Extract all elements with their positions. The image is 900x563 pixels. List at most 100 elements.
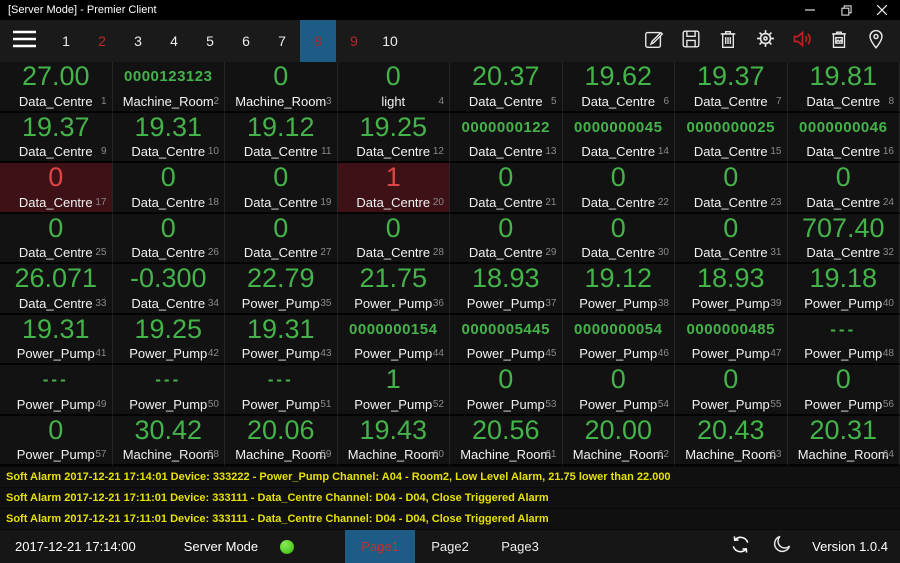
grid-cell-48[interactable]: --- Power_Pump 48 <box>787 314 900 365</box>
grid-cell-61[interactable]: 20.56 Machine_Room 61 <box>450 415 563 466</box>
grid-cell-59[interactable]: 20.06 Machine_Room 59 <box>225 415 338 466</box>
grid-cell-23[interactable]: 0 Data_Centre 23 <box>675 163 788 214</box>
sync-button[interactable] <box>728 535 752 559</box>
cell-value: 22.79 <box>246 263 315 294</box>
cell-index: 23 <box>770 196 782 208</box>
grid-cell-18[interactable]: 0 Data_Centre 18 <box>112 163 225 214</box>
grid-cell-49[interactable]: --- Power_Pump 49 <box>0 365 113 416</box>
menu-button[interactable] <box>0 20 48 62</box>
status-tab-page2[interactable]: Page2 <box>415 530 485 563</box>
grid-cell-37[interactable]: 18.93 Power_Pump 37 <box>450 264 563 315</box>
grid-cell-54[interactable]: 0 Power_Pump 54 <box>562 365 675 416</box>
grid-cell-47[interactable]: 0000000485 Power_Pump 47 <box>675 314 788 365</box>
status-tab-page3[interactable]: Page3 <box>485 530 555 563</box>
grid-cell-30[interactable]: 0 Data_Centre 30 <box>562 213 675 264</box>
grid-cell-16[interactable]: 0000000046 Data_Centre 16 <box>787 112 900 163</box>
grid-cell-38[interactable]: 19.12 Power_Pump 38 <box>562 264 675 315</box>
grid-cell-44[interactable]: 0000000154 Power_Pump 44 <box>337 314 450 365</box>
grid-cell-11[interactable]: 19.12 Data_Centre 11 <box>225 111 338 163</box>
night-mode-button[interactable] <box>770 535 794 559</box>
toolbar-page-10[interactable]: 10 <box>372 20 408 62</box>
toolbar-page-7[interactable]: 7 <box>264 20 300 62</box>
grid-cell-35[interactable]: 22.79 Power_Pump 35 <box>225 264 338 315</box>
grid-cell-41[interactable]: 19.31 Power_Pump 41 <box>0 314 113 365</box>
toolbar-page-3[interactable]: 3 <box>120 20 156 62</box>
cell-label: Machine_Room <box>797 447 889 462</box>
grid-cell-10[interactable]: 19.31 Data_Centre 10 <box>112 112 225 163</box>
grid-cell-22[interactable]: 0 Data_Centre 22 <box>562 163 675 214</box>
toolbar-page-6[interactable]: 6 <box>228 20 264 62</box>
grid-cell-64[interactable]: 20.31 Machine_Room 64 <box>787 415 900 466</box>
image-bin-button[interactable] <box>827 29 851 53</box>
grid-cell-50[interactable]: --- Power_Pump 50 <box>112 365 225 416</box>
toolbar-page-4[interactable]: 4 <box>156 20 192 62</box>
grid-cell-8[interactable]: 19.81 Data_Centre 8 <box>787 62 900 113</box>
grid-cell-45[interactable]: 0000005445 Power_Pump 45 <box>450 314 563 365</box>
close-button[interactable] <box>864 0 900 20</box>
status-tab-page1[interactable]: Page1 <box>345 530 415 563</box>
restore-button[interactable] <box>828 0 864 20</box>
grid-cell-13[interactable]: 0000000122 Data_Centre 13 <box>450 112 563 163</box>
cell-label: Power_Pump <box>804 396 883 412</box>
toolbar-page-5[interactable]: 5 <box>192 20 228 62</box>
grid-cell-4[interactable]: 0 light 4 <box>337 62 450 113</box>
grid-cell-24[interactable]: 0 Data_Centre 24 <box>787 163 900 214</box>
toolbar-page-9[interactable]: 9 <box>336 20 372 62</box>
cell-value: 19.12 <box>246 111 315 142</box>
delete-button[interactable] <box>716 29 740 53</box>
grid-cell-5[interactable]: 20.37 Data_Centre 5 <box>450 62 563 113</box>
grid-cell-12[interactable]: 19.25 Data_Centre 12 <box>337 112 450 163</box>
settings-button[interactable] <box>753 29 777 53</box>
cell-value: 0000000122 <box>461 118 550 136</box>
grid-cell-46[interactable]: 0000000054 Power_Pump 46 <box>562 314 675 365</box>
minimize-button[interactable] <box>792 0 828 20</box>
grid-cell-52[interactable]: 1 Power_Pump 52 <box>337 365 450 416</box>
grid-cell-31[interactable]: 0 Data_Centre 31 <box>675 213 788 264</box>
grid-cell-60[interactable]: 19.43 Machine_Room 60 <box>337 415 450 466</box>
edit-button[interactable] <box>642 29 666 53</box>
grid-cell-21[interactable]: 0 Data_Centre 21 <box>450 163 563 214</box>
grid-cell-63[interactable]: 20.43 Machine_Room 63 <box>675 415 788 466</box>
grid-cell-3[interactable]: 0 Machine_Room 3 <box>225 62 338 113</box>
grid-cell-36[interactable]: 21.75 Power_Pump 36 <box>337 264 450 315</box>
grid-cell-32[interactable]: 707.40 Data_Centre 32 <box>787 213 900 264</box>
grid-cell-14[interactable]: 0000000045 Data_Centre 14 <box>562 112 675 163</box>
grid-cell-56[interactable]: 0 Power_Pump 56 <box>787 365 900 416</box>
grid-cell-40[interactable]: 19.18 Power_Pump 40 <box>787 264 900 315</box>
grid-cell-2[interactable]: 0000123123 Machine_Room 2 <box>112 62 225 113</box>
grid-cell-9[interactable]: 19.37 Data_Centre 9 <box>0 112 113 163</box>
grid-cell-6[interactable]: 19.62 Data_Centre 6 <box>562 62 675 113</box>
grid-cell-51[interactable]: --- Power_Pump 51 <box>225 365 338 416</box>
grid-cell-17[interactable]: 0 Data_Centre 17 <box>0 163 113 214</box>
grid-cell-62[interactable]: 20.00 Machine_Room 62 <box>562 415 675 466</box>
grid-cell-19[interactable]: 0 Data_Centre 19 <box>225 163 338 214</box>
grid-cell-57[interactable]: 0 Power_Pump 57 <box>0 415 113 466</box>
toolbar-page-8[interactable]: 8 <box>300 20 336 62</box>
cell-index: 15 <box>770 146 782 157</box>
cell-value: 0000123123 <box>124 68 213 86</box>
save-button[interactable] <box>679 29 703 53</box>
grid-cell-43[interactable]: 19.31 Power_Pump 43 <box>225 314 338 365</box>
grid-cell-26[interactable]: 0 Data_Centre 26 <box>112 213 225 264</box>
grid-cell-20[interactable]: 1 Data_Centre 20 <box>337 163 450 214</box>
grid-cell-28[interactable]: 0 Data_Centre 28 <box>337 213 450 264</box>
grid-cell-7[interactable]: 19.37 Data_Centre 7 <box>675 62 788 113</box>
toolbar-page-1[interactable]: 1 <box>48 20 84 62</box>
grid-cell-39[interactable]: 18.93 Power_Pump 39 <box>675 264 788 315</box>
alarm-sound-button[interactable] <box>790 29 814 53</box>
location-button[interactable] <box>864 29 888 53</box>
grid-cell-33[interactable]: 26.071 Data_Centre 33 <box>0 264 113 315</box>
grid-cell-25[interactable]: 0 Data_Centre 25 <box>0 213 113 264</box>
grid-cell-42[interactable]: 19.25 Power_Pump 42 <box>112 314 225 365</box>
grid-cell-53[interactable]: 0 Power_Pump 53 <box>450 365 563 416</box>
grid-cell-55[interactable]: 0 Power_Pump 55 <box>675 365 788 416</box>
toolbar-page-2[interactable]: 2 <box>84 20 120 62</box>
grid-cell-34[interactable]: -0.300 Data_Centre 34 <box>112 264 225 315</box>
grid-cell-27[interactable]: 0 Data_Centre 27 <box>225 213 338 264</box>
grid-cell-58[interactable]: 30.42 Machine_Room 58 <box>112 415 225 466</box>
restore-icon <box>840 4 852 16</box>
grid-cell-1[interactable]: 27.00 Data_Centre 1 <box>0 62 113 113</box>
grid-cell-15[interactable]: 0000000025 Data_Centre 15 <box>675 112 788 163</box>
grid-cell-29[interactable]: 0 Data_Centre 29 <box>450 213 563 264</box>
cell-index: 49 <box>95 398 107 410</box>
